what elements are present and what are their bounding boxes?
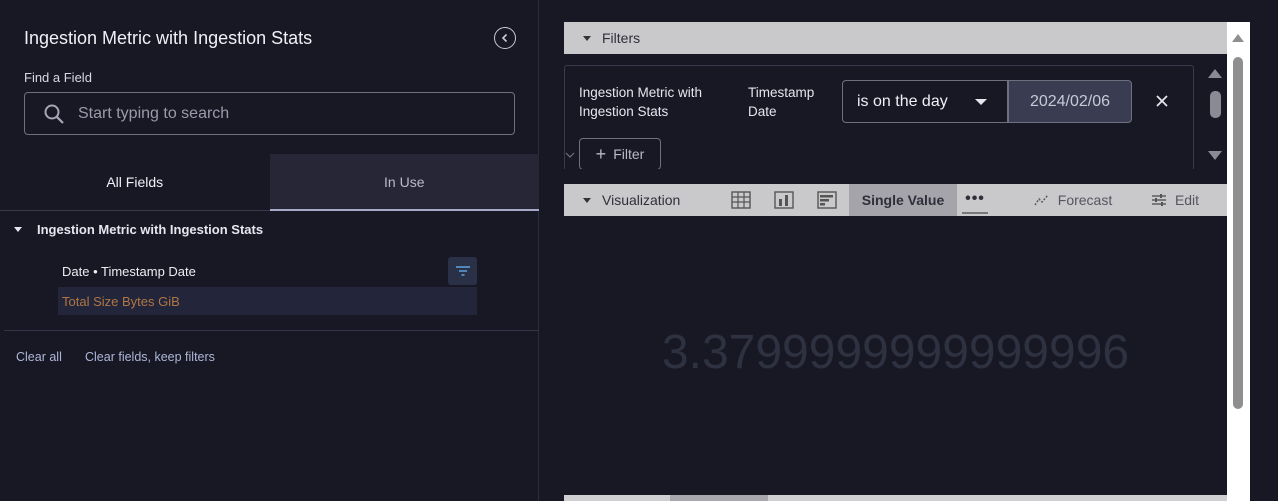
forecast-icon xyxy=(1034,194,1049,206)
filter-value-input[interactable]: 2024/02/06 xyxy=(1008,80,1132,123)
close-icon xyxy=(1156,95,1168,107)
plus-icon: + xyxy=(595,144,607,164)
filter-by-field-button[interactable] xyxy=(448,257,477,285)
filter-icon xyxy=(455,266,470,276)
scroll-thumb[interactable] xyxy=(1210,91,1221,118)
scroll-thumb[interactable] xyxy=(670,495,768,501)
forecast-label: Forecast xyxy=(1057,192,1113,208)
add-filter-label: Filter xyxy=(613,146,645,162)
filter-field-name: Timestamp Date xyxy=(748,85,815,119)
edit-viz-button[interactable]: Edit xyxy=(1147,184,1203,216)
filters-scrollbar[interactable] xyxy=(1203,65,1227,169)
filters-panel: Ingestion Metric with Ingestion Stats Ti… xyxy=(564,65,1194,169)
tab-all-fields[interactable]: All Fields xyxy=(0,154,270,211)
table-viz-button[interactable] xyxy=(728,184,754,216)
explore-title: Ingestion Metric with Ingestion Stats xyxy=(24,28,313,48)
chevron-down-icon xyxy=(565,152,575,158)
collapse-panel-button[interactable] xyxy=(494,27,516,49)
forecast-button[interactable]: Forecast xyxy=(1030,184,1116,216)
visualization-section-label: Visualization xyxy=(602,192,681,208)
field-search-box xyxy=(24,92,515,135)
table-icon xyxy=(731,191,751,209)
window-edge xyxy=(1250,0,1278,501)
caret-down-icon xyxy=(583,197,591,203)
dropdown-arrow-icon xyxy=(975,99,987,105)
chevron-left-icon xyxy=(501,33,508,43)
caret-down-icon xyxy=(583,35,591,41)
settings-sliders-icon xyxy=(1151,194,1166,206)
field-item-timestamp-date[interactable]: Date • Timestamp Date xyxy=(58,257,477,285)
column-chart-icon xyxy=(774,191,794,209)
filter-operator-value: is on the day xyxy=(857,92,948,110)
tab-in-use[interactable]: In Use xyxy=(269,154,539,211)
field-search-input[interactable] xyxy=(78,104,498,123)
filters-section-label: Filters xyxy=(602,30,641,46)
scroll-down-icon xyxy=(1208,151,1222,160)
clear-all-link[interactable]: Clear all xyxy=(16,350,62,364)
main-scrollbar[interactable] xyxy=(1227,22,1250,501)
bar-chart-icon xyxy=(817,191,837,209)
field-label: Date • Timestamp Date xyxy=(62,263,196,279)
edit-label: Edit xyxy=(1174,192,1200,208)
single-value-viz-button[interactable]: Single Value xyxy=(849,184,957,216)
single-value-display: 3.3799999999999996 xyxy=(661,326,1130,379)
view-group-header[interactable]: Ingestion Metric with Ingestion Stats xyxy=(14,222,263,237)
field-item-total-size[interactable]: Total Size Bytes GiB xyxy=(58,287,477,315)
filters-section-header[interactable]: Filters xyxy=(564,22,1227,54)
find-field-label: Find a Field xyxy=(24,70,92,85)
column-chart-viz-button[interactable] xyxy=(771,184,797,216)
filter-operator-select[interactable]: is on the day xyxy=(842,80,1008,123)
scroll-up-icon xyxy=(1232,34,1244,42)
view-group-label: Ingestion Metric with Ingestion Stats xyxy=(37,222,264,237)
divider xyxy=(4,330,539,331)
filter-view-name: Ingestion Metric with Ingestion Stats xyxy=(579,85,703,119)
more-viz-button[interactable]: ••• xyxy=(962,186,988,214)
search-icon xyxy=(42,102,66,126)
add-filter-button[interactable]: + Filter xyxy=(579,138,661,169)
bar-chart-viz-button[interactable] xyxy=(814,184,840,216)
scroll-thumb[interactable] xyxy=(1233,57,1243,409)
field-label: Total Size Bytes GiB xyxy=(62,293,180,309)
caret-down-icon xyxy=(14,227,22,232)
field-tabs: All Fields In Use xyxy=(0,154,539,211)
horizontal-scrollbar[interactable] xyxy=(564,495,1227,501)
field-picker-panel: Ingestion Metric with Ingestion Stats Fi… xyxy=(0,0,539,501)
clear-fields-keep-filters-link[interactable]: Clear fields, keep filters xyxy=(85,350,215,364)
scroll-up-icon xyxy=(1208,69,1222,78)
remove-filter-button[interactable] xyxy=(1152,91,1172,111)
